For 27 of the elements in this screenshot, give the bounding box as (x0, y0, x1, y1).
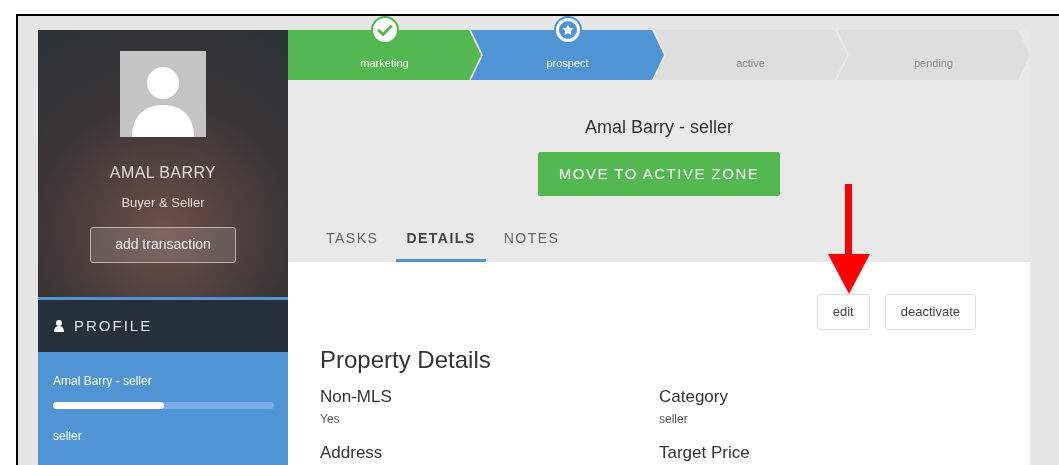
field-value: Yes (320, 410, 341, 428)
field-value: seller (659, 410, 689, 428)
progress-step[interactable]: active (654, 30, 847, 80)
deactivate-button[interactable]: deactivate (884, 294, 976, 330)
field-label: Category (659, 386, 729, 408)
field-label: Target Price (659, 441, 751, 464)
tab[interactable]: NOTES (493, 218, 570, 262)
transaction-subtitle: seller (53, 428, 83, 445)
transaction-title: Amal Barry - seller (53, 373, 153, 390)
field-label: Non-MLS (320, 386, 393, 408)
move-zone-button[interactable]: MOVE TO ACTIVE ZONE (538, 152, 780, 196)
contact-name: AMAL BARRY (109, 163, 217, 183)
tab[interactable]: TASKS (316, 218, 389, 262)
section-heading: Property Details (320, 345, 492, 375)
section-title: PROFILE (74, 315, 153, 336)
check-icon (370, 16, 399, 44)
progress-step[interactable]: marketing (288, 30, 481, 80)
transaction-title: Amal Barry - seller (585, 116, 733, 139)
contact-role: Buyer & Seller (121, 194, 205, 212)
progress-step[interactable]: prospect (471, 30, 664, 80)
avatar-icon (120, 51, 206, 137)
person-icon (54, 320, 64, 332)
progress-step[interactable]: pending (837, 30, 1030, 80)
add-transaction-button[interactable]: add transaction (90, 226, 236, 263)
field-label: Address (320, 441, 384, 464)
transaction-item[interactable]: Amal Barry - seller seller (38, 352, 288, 465)
edit-button[interactable]: edit (816, 294, 870, 330)
